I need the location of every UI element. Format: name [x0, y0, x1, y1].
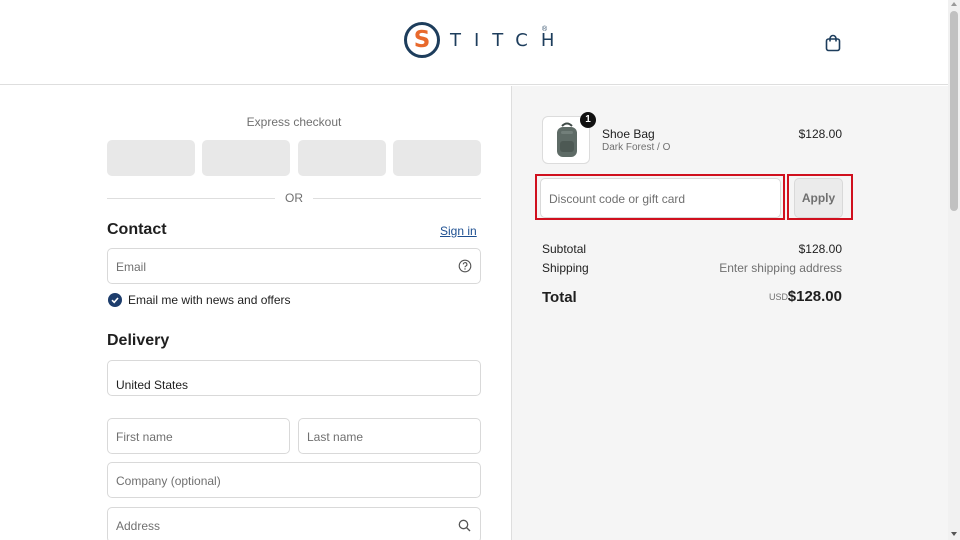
product-price: $128.00 [798, 127, 842, 141]
newsletter-checkbox[interactable] [108, 293, 122, 307]
shipping-label: Shipping [542, 261, 589, 275]
scroll-down-arrow-icon[interactable] [951, 532, 957, 536]
delivery-heading: Delivery [107, 332, 170, 349]
product-name: Shoe Bag [602, 127, 655, 141]
email-field[interactable]: Email [107, 248, 481, 284]
help-icon[interactable] [458, 259, 472, 273]
logo-registered-mark: ® [542, 26, 548, 33]
first-name-placeholder: First name [116, 430, 173, 444]
shipping-value: Enter shipping address [719, 261, 842, 275]
country-select[interactable]: United States [107, 360, 481, 396]
stitch-logo[interactable]: S TITCH ® [404, 22, 567, 58]
express-pay-button-4[interactable] [393, 140, 481, 176]
logo-letter: S [413, 26, 431, 53]
total-value: $128.00 [787, 288, 842, 305]
subtotal-label: Subtotal [542, 242, 587, 256]
express-pay-button-1[interactable] [107, 140, 195, 176]
or-divider: OR [107, 191, 481, 205]
scroll-up-arrow-icon[interactable] [951, 2, 957, 6]
quantity-badge: 1 [580, 112, 596, 128]
checkout-form-panel: Express checkout OR Contact Sign in Emai… [0, 86, 511, 540]
total-currency: USD [768, 292, 788, 302]
sign-in-link[interactable]: Sign in [440, 224, 477, 238]
total-label: Total [542, 289, 577, 306]
last-name-field[interactable]: Last name [298, 418, 481, 454]
email-placeholder: Email [116, 260, 147, 274]
or-line-right [313, 198, 481, 199]
company-field[interactable]: Company (optional) [107, 462, 481, 498]
first-name-field[interactable]: First name [107, 418, 290, 454]
logo-circle: S [404, 22, 440, 58]
discount-placeholder: Discount code or gift card [549, 192, 686, 206]
product-thumbnail: 1 [542, 112, 596, 164]
discount-code-input[interactable]: Discount code or gift card [540, 178, 781, 218]
apply-discount-button[interactable]: Apply [794, 178, 843, 218]
checkmark-icon [111, 297, 119, 304]
newsletter-label: Email me with news and offers [128, 293, 291, 307]
country-value: United States [116, 378, 189, 392]
express-pay-button-3[interactable] [298, 140, 386, 176]
search-icon[interactable] [458, 519, 471, 532]
shopping-bag-icon[interactable] [824, 34, 842, 52]
product-variant: Dark Forest / O [602, 142, 671, 153]
order-summary-panel: 1 Shoe Bag Dark Forest / O $128.00 Disco… [512, 86, 948, 540]
contact-heading: Contact [107, 221, 167, 238]
scrollbar-thumb[interactable] [950, 11, 958, 211]
express-checkout-title: Express checkout [246, 115, 342, 129]
company-placeholder: Company (optional) [116, 474, 221, 488]
subtotal-value: $128.00 [798, 242, 842, 256]
site-header: S TITCH ® [0, 0, 948, 85]
last-name-placeholder: Last name [307, 430, 364, 444]
page-scrollbar[interactable] [948, 0, 960, 540]
express-pay-button-2[interactable] [202, 140, 290, 176]
address-field[interactable]: Address [107, 507, 481, 540]
address-placeholder: Address [116, 519, 161, 533]
logo-text: TITCH [450, 29, 568, 51]
